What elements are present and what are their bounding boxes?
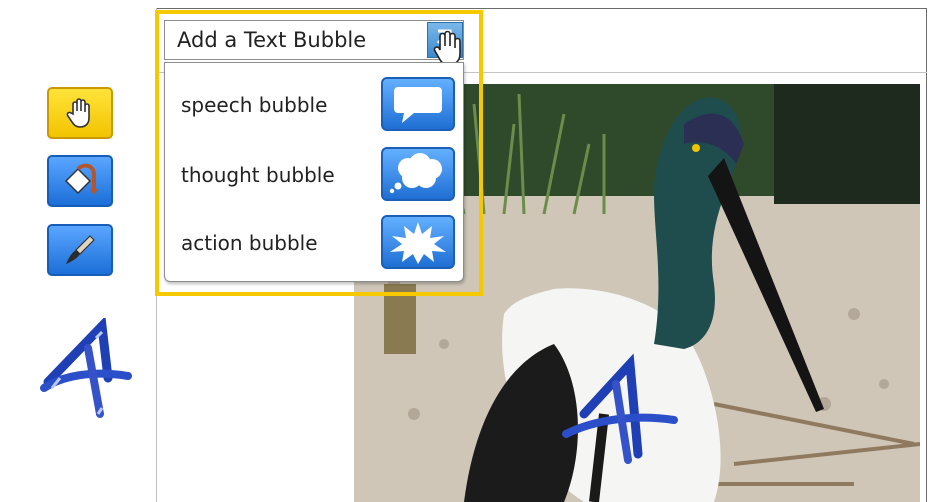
thought-bubble-icon [389,153,442,194]
text-stamp-icon[interactable] [32,316,142,432]
paintbrush-icon [66,235,95,264]
menu-item-label: action bubble [181,231,318,255]
menu-item-label: speech bubble [181,93,328,117]
menu-item-thought-bubble[interactable]: thought bubble [165,141,465,209]
text-bubble-menu: speech bubble thought bubble action bubb… [164,62,464,282]
brush-tool-button[interactable] [47,224,113,276]
hand-tool-button[interactable] [47,87,113,139]
action-bubble-icon [390,222,446,264]
text-bubble-dropdown[interactable]: Add a Text Bubble [164,20,464,60]
action-bubble-tile[interactable] [381,215,455,269]
fill-tool-button[interactable] [47,155,113,207]
menu-item-label: thought bubble [181,163,335,187]
speech-bubble-icon [394,87,442,123]
hand-icon [66,98,90,128]
paint-bucket-icon [64,163,98,195]
menu-item-speech-bubble[interactable]: speech bubble [165,71,465,139]
thought-bubble-tile[interactable] [381,147,455,201]
menu-item-action-bubble[interactable]: action bubble [165,209,465,277]
dropdown-title: Add a Text Bubble [177,28,367,52]
tool-sidebar [10,8,157,502]
speech-bubble-tile[interactable] [381,77,455,131]
